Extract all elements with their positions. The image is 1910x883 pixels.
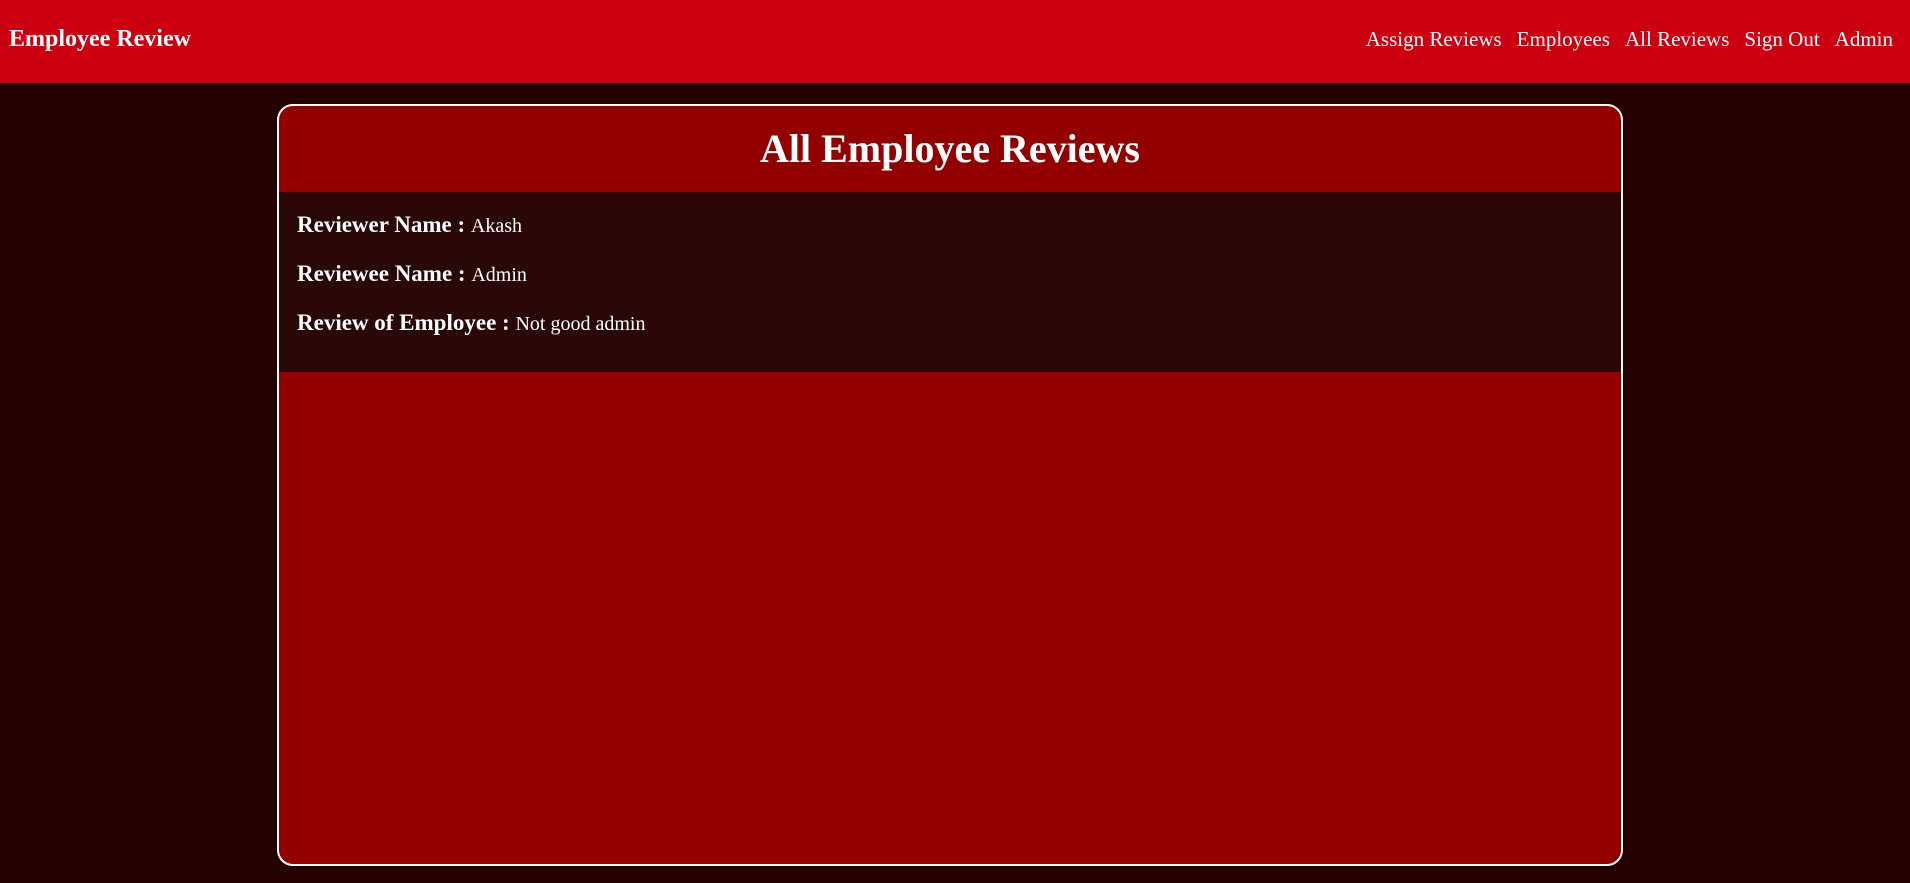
review-value: Not good admin <box>515 313 646 335</box>
reviewer-label: Reviewer Name : <box>297 212 471 237</box>
page-title: All Employee Reviews <box>760 126 1140 171</box>
review-item: Reviewer Name : Akash Reviewee Name : Ad… <box>279 192 1621 372</box>
reviewer-row: Reviewer Name : Akash <box>297 210 1603 259</box>
nav-link-assign-reviews[interactable]: Assign Reviews <box>1366 24 1502 54</box>
reviewee-label: Reviewee Name : <box>297 261 472 286</box>
navbar: Employee Review Assign Reviews Employees… <box>0 0 1910 83</box>
reviewee-value: Admin <box>471 264 527 286</box>
review-label: Review of Employee : <box>297 310 516 335</box>
reviewer-value: Akash <box>470 215 523 237</box>
nav-link-employees[interactable]: Employees <box>1517 24 1610 54</box>
reviewee-row: Reviewee Name : Admin <box>297 259 1603 308</box>
nav-link-sign-out[interactable]: Sign Out <box>1744 24 1819 54</box>
nav-link-admin[interactable]: Admin <box>1835 24 1893 54</box>
brand-title[interactable]: Employee Review <box>9 24 191 54</box>
nav-links: Assign Reviews Employees All Reviews Sig… <box>1366 24 1893 54</box>
reviews-card: All Employee Reviews Reviewer Name : Aka… <box>277 104 1623 866</box>
nav-link-all-reviews[interactable]: All Reviews <box>1625 24 1729 54</box>
review-row: Review of Employee : Not good admin <box>297 308 1603 357</box>
